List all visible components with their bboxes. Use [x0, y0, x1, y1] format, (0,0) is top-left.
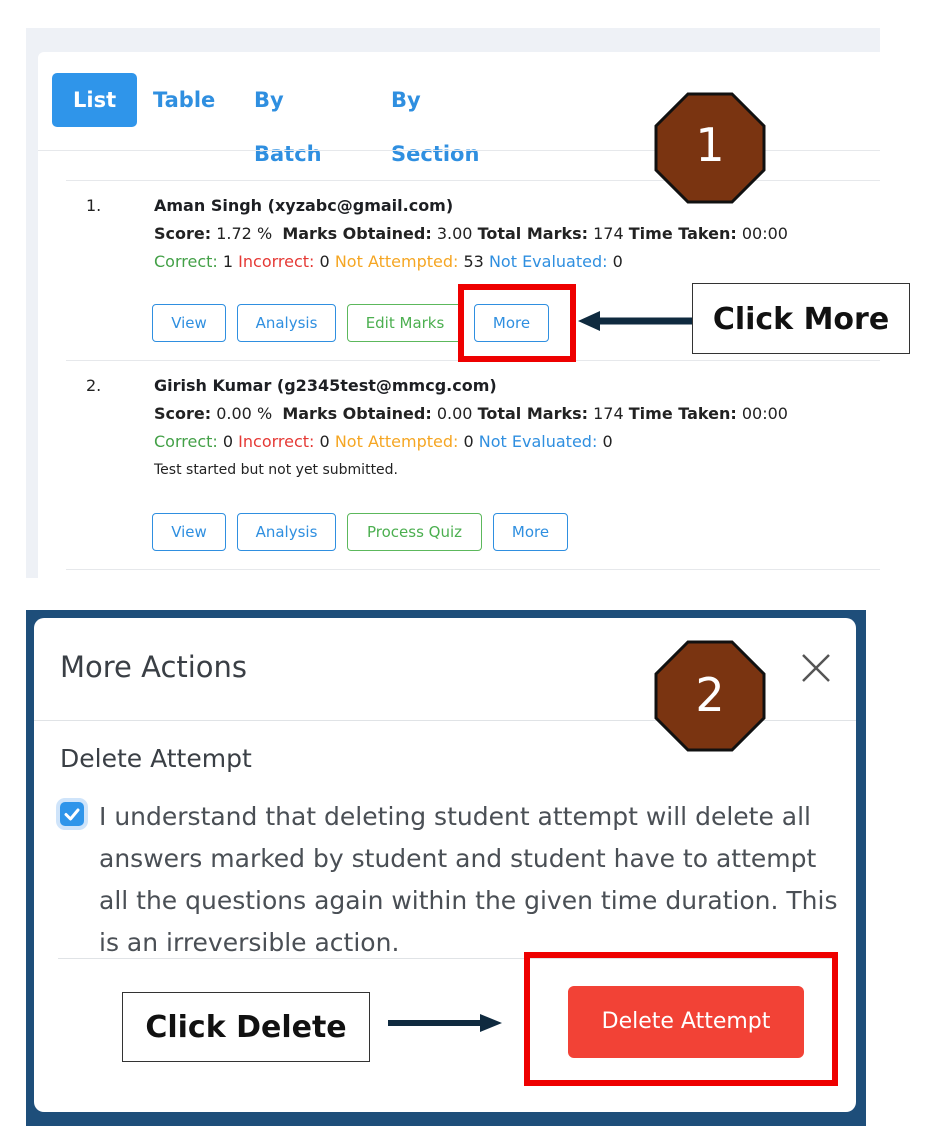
right-arrow-icon [388, 1014, 502, 1032]
tab-list[interactable]: List [52, 73, 138, 127]
attempt-note: Test started but not yet submitted. [154, 462, 399, 478]
time-taken-value: 00:00 [741, 404, 788, 423]
incorrect-label: Incorrect: [238, 432, 315, 451]
analysis-button[interactable]: Analysis [237, 513, 336, 551]
click-delete-callout: Click Delete [122, 992, 370, 1062]
process-quiz-button[interactable]: Process Quiz [347, 513, 482, 551]
marks-obtained-value: 3.00 [436, 224, 473, 243]
not-attempted-value: 0 [463, 432, 474, 451]
marks-obtained-label: Marks Obtained: [282, 404, 432, 423]
correct-value: 0 [222, 432, 234, 451]
status-line: Correct: 0 Incorrect: 0 Not Attempted: 0… [154, 432, 613, 451]
correct-label: Correct: [154, 432, 218, 451]
step-1-number: 1 [695, 118, 725, 172]
click-more-callout: Click More [692, 283, 910, 354]
view-button[interactable]: View [152, 304, 226, 342]
total-marks-label: Total Marks: [477, 224, 589, 243]
marks-obtained-label: Marks Obtained: [282, 224, 432, 243]
marks-obtained-value: 0.00 [436, 404, 473, 423]
tab-table[interactable]: Table [153, 73, 215, 127]
not-attempted-label: Not Attempted: [334, 252, 459, 271]
tab-by-section[interactable]: By Section [391, 73, 479, 166]
attempt-number: 1. [86, 196, 102, 215]
score-value: 0.00 % [216, 404, 273, 423]
score-line: Score: 1.72 % Marks Obtained: 3.00 Total… [154, 224, 788, 243]
not-evaluated-label: Not Evaluated: [488, 252, 608, 271]
total-marks-label: Total Marks: [477, 404, 589, 423]
section-title: Delete Attempt [60, 744, 252, 773]
score-line: Score: 0.00 % Marks Obtained: 0.00 Total… [154, 404, 788, 423]
correct-label: Correct: [154, 252, 218, 271]
total-marks-value: 174 [593, 404, 624, 423]
row-divider [66, 569, 880, 570]
incorrect-label: Incorrect: [238, 252, 315, 271]
attempt-row: 2. Girish Kumar (g2345test@mmcg.com) Sco… [86, 376, 866, 486]
check-icon [64, 808, 80, 821]
edit-marks-button[interactable]: Edit Marks [347, 304, 463, 342]
more-highlight-box [458, 284, 576, 362]
incorrect-value: 0 [319, 432, 330, 451]
score-label: Score: [154, 224, 212, 243]
analysis-button[interactable]: Analysis [237, 304, 336, 342]
score-label: Score: [154, 404, 212, 423]
student-name: Aman Singh (xyzabc@gmail.com) [154, 196, 454, 215]
view-button[interactable]: View [152, 513, 226, 551]
correct-value: 1 [222, 252, 234, 271]
consent-text: I understand that deleting student attem… [99, 802, 838, 957]
not-evaluated-value: 0 [612, 252, 623, 271]
close-icon[interactable] [798, 650, 834, 686]
time-taken-label: Time Taken: [628, 404, 737, 423]
time-taken-value: 00:00 [741, 224, 788, 243]
score-value: 1.72 % [216, 224, 273, 243]
status-line: Correct: 1 Incorrect: 0 Not Attempted: 5… [154, 252, 623, 271]
not-attempted-label: Not Attempted: [334, 432, 459, 451]
more-button[interactable]: More [493, 513, 568, 551]
total-marks-value: 174 [593, 224, 624, 243]
delete-highlight-box [524, 952, 838, 1086]
not-attempted-value: 53 [463, 252, 484, 271]
incorrect-value: 0 [319, 252, 330, 271]
student-name: Girish Kumar (g2345test@mmcg.com) [154, 376, 497, 395]
time-taken-label: Time Taken: [628, 224, 737, 243]
attempt-number: 2. [86, 376, 102, 395]
consent-checkbox[interactable] [60, 802, 84, 826]
modal-title: More Actions [60, 650, 248, 684]
not-evaluated-label: Not Evaluated: [478, 432, 598, 451]
not-evaluated-value: 0 [602, 432, 613, 451]
step-2-number: 2 [695, 668, 725, 722]
tab-by-batch[interactable]: By Batch [254, 73, 322, 166]
left-arrow-icon [578, 311, 694, 331]
